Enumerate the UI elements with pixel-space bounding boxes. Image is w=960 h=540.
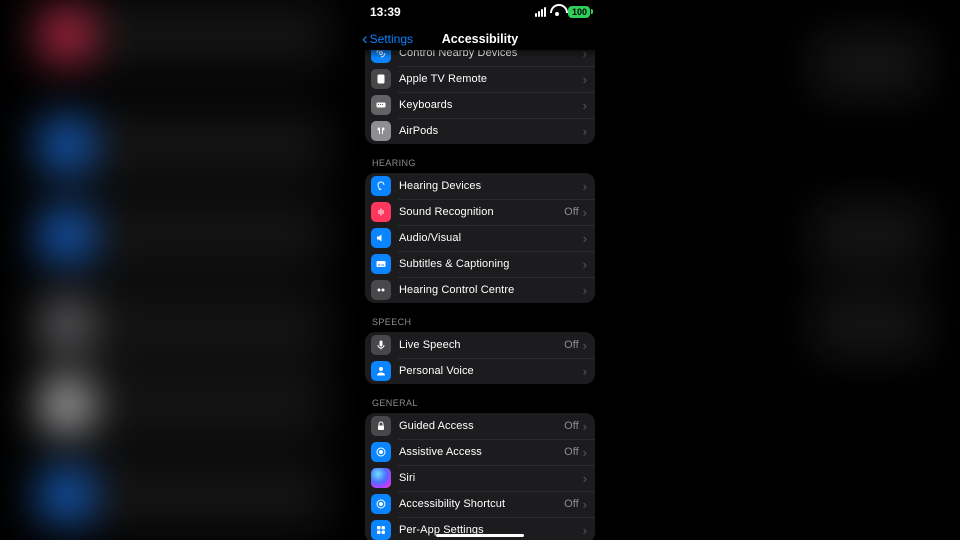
assistive-icon	[371, 442, 391, 462]
row-label: Accessibility Shortcut	[399, 498, 564, 510]
settings-row[interactable]: Assistive AccessOff ›	[365, 439, 595, 465]
section-header-hearing: HEARING	[365, 144, 595, 173]
captions-icon	[371, 254, 391, 274]
settings-row[interactable]: Audio/Visual›	[365, 225, 595, 251]
group-speech: Live SpeechOff›Personal Voice›	[365, 332, 595, 384]
waveform-icon	[371, 202, 391, 222]
settings-row[interactable]: Guided AccessOff ›	[365, 413, 595, 439]
chevron-right-icon: ›	[583, 125, 587, 138]
chevron-right-icon: ›	[583, 339, 587, 352]
settings-row[interactable]: Sound RecognitionOff ›	[365, 199, 595, 225]
stage: 13:39 100 ‹ Settings Accessibility Contr…	[0, 0, 960, 540]
perapp-icon	[371, 520, 391, 540]
shortcut-icon	[371, 494, 391, 514]
settings-row[interactable]: Keyboards›	[365, 92, 595, 118]
cellular-icon	[535, 7, 546, 17]
phone-screen: 13:39 100 ‹ Settings Accessibility Contr…	[356, 0, 604, 540]
mic-icon	[371, 335, 391, 355]
chevron-right-icon: ›	[583, 73, 587, 86]
row-label: Sound Recognition	[399, 206, 564, 218]
row-label: Assistive Access	[399, 446, 564, 458]
page-title: Accessibility	[442, 32, 518, 46]
status-time: 13:39	[370, 5, 401, 19]
airpods-icon	[371, 121, 391, 141]
row-label: Keyboards	[399, 99, 583, 111]
group-general: Guided AccessOff›Assistive AccessOff›Sir…	[365, 413, 595, 540]
row-label: Subtitles & Captioning	[399, 258, 583, 270]
row-value: Off	[564, 420, 578, 432]
siri-icon	[371, 468, 391, 488]
back-button[interactable]: ‹ Settings	[362, 32, 413, 47]
row-label: Live Speech	[399, 339, 564, 351]
row-value: Off	[564, 446, 578, 458]
person-icon	[371, 361, 391, 381]
chevron-left-icon: ‹	[362, 30, 368, 47]
row-label: Apple TV Remote	[399, 73, 583, 85]
chevron-right-icon: ›	[583, 420, 587, 433]
keyboard-icon	[371, 95, 391, 115]
group-hearing: Hearing Devices›Sound RecognitionOff›Aud…	[365, 173, 595, 303]
settings-row[interactable]: Subtitles & Captioning›	[365, 251, 595, 277]
back-label: Settings	[370, 32, 413, 46]
chevron-right-icon: ›	[583, 258, 587, 271]
settings-row[interactable]: AirPods›	[365, 118, 595, 144]
chevron-right-icon: ›	[583, 524, 587, 537]
settings-row[interactable]: Accessibility ShortcutOff ›	[365, 491, 595, 517]
settings-row[interactable]: Live SpeechOff ›	[365, 332, 595, 358]
settings-row[interactable]: Hearing Control Centre›	[365, 277, 595, 303]
chevron-right-icon: ›	[583, 99, 587, 112]
battery-indicator: 100	[568, 6, 590, 18]
row-value: Off	[564, 206, 578, 218]
chevron-right-icon: ›	[583, 472, 587, 485]
settings-row[interactable]: Personal Voice›	[365, 358, 595, 384]
settings-row[interactable]: Siri›	[365, 465, 595, 491]
section-header-general: GENERAL	[365, 384, 595, 413]
chevron-right-icon: ›	[583, 446, 587, 459]
row-label: Siri	[399, 472, 583, 484]
row-label: Personal Voice	[399, 365, 583, 377]
row-value: Off	[564, 498, 578, 510]
hearing-cc-icon	[371, 280, 391, 300]
chevron-right-icon: ›	[583, 498, 587, 511]
lock-icon	[371, 416, 391, 436]
settings-row[interactable]: Apple TV Remote›	[365, 66, 595, 92]
chevron-right-icon: ›	[583, 284, 587, 297]
status-bar: 13:39 100	[356, 0, 604, 24]
section-header-speech: SPEECH	[365, 303, 595, 332]
chevron-right-icon: ›	[583, 180, 587, 193]
row-label: Hearing Control Centre	[399, 284, 583, 296]
row-label: Hearing Devices	[399, 180, 583, 192]
row-label: Audio/Visual	[399, 232, 583, 244]
row-label: AirPods	[399, 125, 583, 137]
wifi-icon	[550, 7, 564, 17]
chevron-right-icon: ›	[583, 206, 587, 219]
ear-icon	[371, 176, 391, 196]
scroll-view[interactable]: Control Nearby Devices›Apple TV Remote›K…	[356, 50, 604, 540]
chevron-right-icon: ›	[583, 365, 587, 378]
group-physical: Control Nearby Devices›Apple TV Remote›K…	[365, 50, 595, 144]
settings-row[interactable]: Hearing Devices›	[365, 173, 595, 199]
row-label: Guided Access	[399, 420, 564, 432]
nav-bar: ‹ Settings Accessibility	[356, 24, 604, 54]
apple-tv-icon	[371, 69, 391, 89]
chevron-right-icon: ›	[583, 232, 587, 245]
home-indicator[interactable]	[436, 534, 524, 538]
row-value: Off	[564, 339, 578, 351]
speaker-icon	[371, 228, 391, 248]
